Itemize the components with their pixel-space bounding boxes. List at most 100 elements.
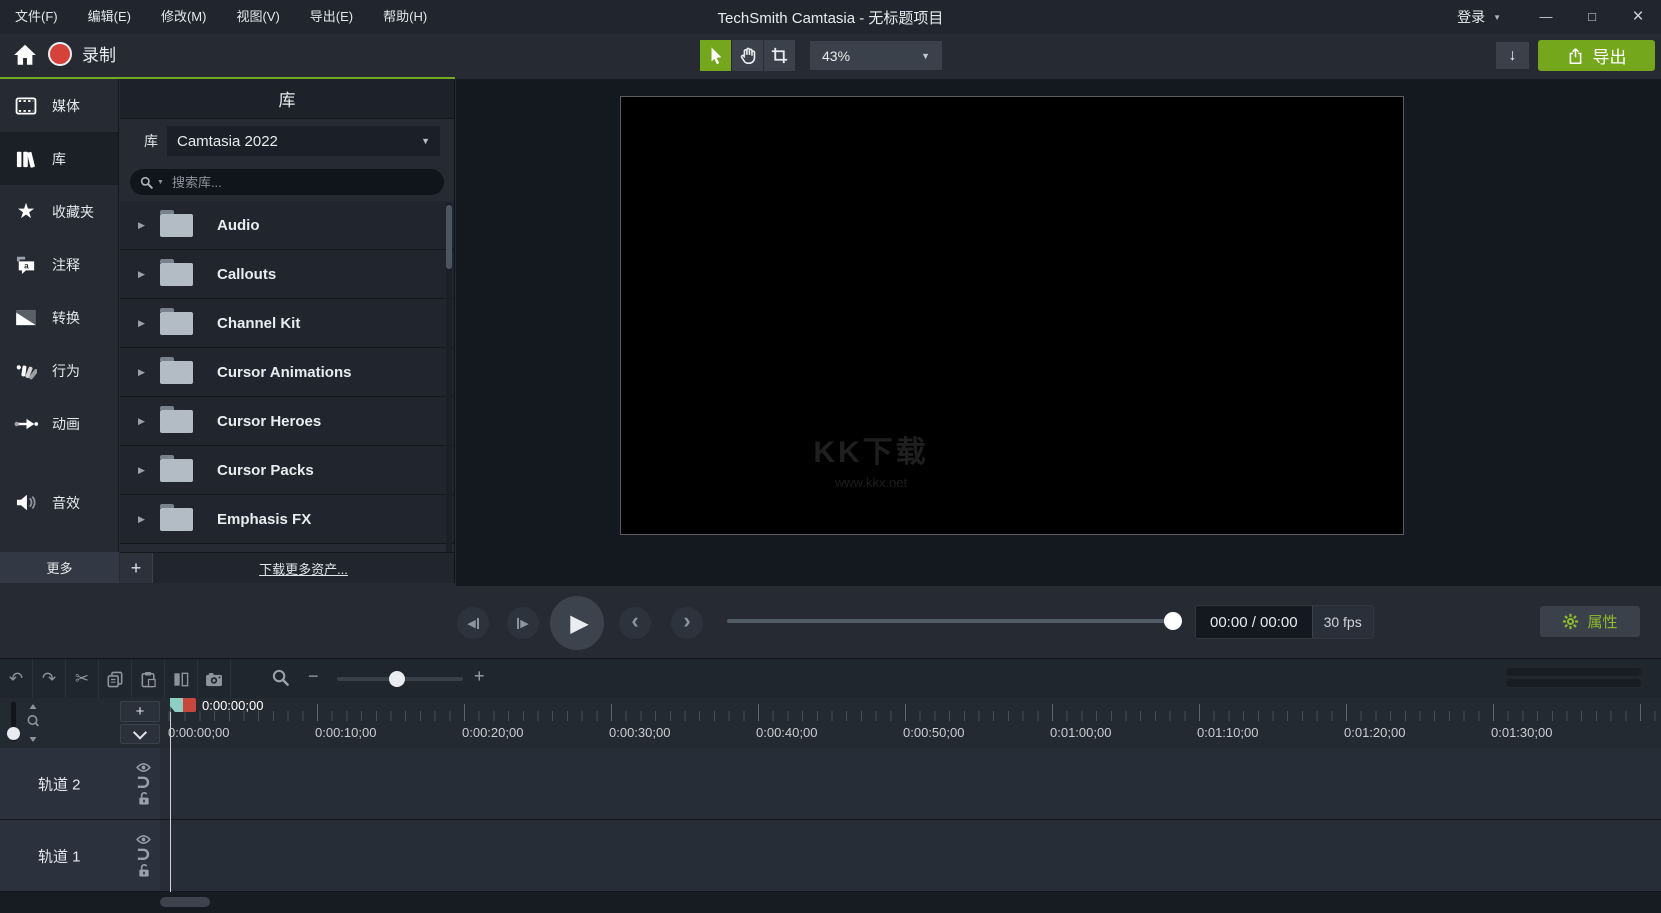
eye-icon[interactable]: [136, 762, 151, 772]
sidebar-item-favorites[interactable]: ★ 收藏夹: [0, 185, 118, 238]
folder-row-cursor-packs[interactable]: ▶ Cursor Packs: [120, 446, 454, 495]
track-header[interactable]: 轨道 1: [0, 820, 160, 891]
expander-icon[interactable]: ▶: [138, 367, 147, 378]
library-panel: 库 库 Camtasia 2022 ▼ ▼ ▶ Audio: [120, 79, 455, 583]
next-frame-button[interactable]: ▶: [507, 607, 539, 639]
folder-row-audio[interactable]: ▶ Audio: [120, 201, 454, 250]
search-input[interactable]: [172, 175, 434, 190]
zoom-slider-thumb[interactable]: [389, 671, 405, 687]
folder-icon: [160, 508, 193, 531]
seek-slider[interactable]: [727, 619, 1173, 623]
speaker-icon: [13, 493, 39, 512]
cut-button[interactable]: ✂: [66, 659, 99, 699]
lock-icon[interactable]: [138, 863, 150, 877]
jump-forward-button[interactable]: ›: [671, 607, 703, 639]
eye-icon[interactable]: [136, 834, 151, 844]
copy-icon: [107, 671, 123, 688]
expander-icon[interactable]: ▶: [138, 220, 147, 231]
undo-button[interactable]: ↶: [0, 659, 33, 699]
library-scrollbar[interactable]: [446, 203, 452, 577]
add-track-button[interactable]: +: [120, 701, 160, 722]
folder-icon: [160, 263, 193, 286]
track-lane[interactable]: [160, 748, 1661, 819]
menu-edit[interactable]: 编辑(E): [73, 0, 146, 34]
expander-icon[interactable]: ▶: [138, 269, 147, 280]
sidebar-item-annotations[interactable]: a 注释: [0, 238, 118, 291]
track-height-slider[interactable]: [11, 702, 16, 741]
sidebar-item-audio-effects[interactable]: 音效: [0, 476, 118, 529]
magnet-icon[interactable]: [137, 775, 150, 788]
magnet-icon[interactable]: [137, 847, 150, 860]
download-more-assets-link[interactable]: 下载更多资产...: [153, 553, 454, 583]
menu-export[interactable]: 导出(E): [295, 0, 368, 34]
crop-tool-button[interactable]: [764, 40, 795, 71]
library-search-box[interactable]: ▼: [130, 169, 444, 195]
expander-icon[interactable]: ▶: [138, 318, 147, 329]
timeline-ruler[interactable]: 0:00:00;00 0:00:10;00 0:00:20;00 0:00:30…: [160, 698, 1661, 748]
timeline-zoom-slider[interactable]: [337, 677, 463, 681]
maximize-button[interactable]: □: [1569, 0, 1615, 34]
expander-icon[interactable]: ▶: [138, 416, 147, 427]
folder-row-cursor-heroes[interactable]: ▶ Cursor Heroes: [120, 397, 454, 446]
sidebar-item-animations[interactable]: 动画: [0, 397, 118, 450]
jump-back-button[interactable]: ‹: [619, 607, 651, 639]
scrollbar-thumb[interactable]: [446, 205, 452, 269]
track-height-knob[interactable]: [7, 727, 20, 740]
track-options-button[interactable]: [120, 724, 160, 744]
home-button[interactable]: [12, 42, 38, 68]
canvas-zoom-dropdown[interactable]: 43% ▼: [810, 41, 942, 70]
zoom-in-button[interactable]: +: [474, 666, 485, 687]
sidebar-item-media[interactable]: 媒体: [0, 79, 118, 132]
select-tool-button[interactable]: [700, 40, 731, 71]
record-button[interactable]: 录制: [48, 41, 116, 66]
hscroll-thumb[interactable]: [160, 897, 210, 907]
folder-row-emphasis-fx[interactable]: ▶ Emphasis FX: [120, 495, 454, 544]
add-library-button[interactable]: +: [120, 553, 153, 583]
undo-icon: ↶: [9, 669, 23, 689]
properties-button[interactable]: 属性: [1540, 606, 1640, 637]
download-button[interactable]: ↓: [1496, 42, 1529, 69]
track-row-2: 轨道 2: [0, 748, 1661, 819]
pan-tool-button[interactable]: [732, 40, 763, 71]
minimize-button[interactable]: —: [1523, 0, 1569, 34]
books-icon: [13, 149, 39, 169]
menu-modify[interactable]: 修改(M): [146, 0, 222, 34]
export-button[interactable]: 导出: [1538, 40, 1655, 71]
sidebar-item-behaviors[interactable]: 行为: [0, 344, 118, 397]
login-button[interactable]: 登录 ▼: [1435, 7, 1523, 27]
seek-slider-thumb[interactable]: [1164, 612, 1182, 630]
track-lane[interactable]: [160, 820, 1661, 891]
lock-icon[interactable]: [138, 791, 150, 805]
chevron-down-icon: ▼: [921, 51, 930, 61]
camera-icon: [205, 672, 223, 687]
track-header[interactable]: 轨道 2: [0, 748, 160, 819]
menu-view[interactable]: 视图(V): [221, 0, 294, 34]
sidebar-more-button[interactable]: 更多: [0, 552, 119, 583]
previous-frame-button[interactable]: ◀: [457, 607, 489, 639]
paste-button[interactable]: [132, 659, 165, 699]
sidebar-item-library[interactable]: 库: [0, 132, 118, 185]
folder-row-callouts[interactable]: ▶ Callouts: [120, 250, 454, 299]
library-folder-list: ▶ Audio ▶ Callouts ▶ Channel Kit ▶ Curso…: [120, 201, 454, 544]
playhead-out-handle[interactable]: [183, 698, 196, 712]
screenshot-button[interactable]: [198, 659, 231, 699]
split-button[interactable]: [165, 659, 198, 699]
video-preview[interactable]: KK下载 www.kkx.net: [620, 96, 1404, 535]
expander-icon[interactable]: ▶: [138, 465, 147, 476]
record-icon: [48, 42, 72, 66]
ruler-major-ticks: [160, 704, 1661, 721]
playhead-line: [170, 712, 171, 892]
redo-button[interactable]: ↷: [33, 659, 66, 699]
chevron-down-icon: ▼: [1493, 13, 1501, 22]
play-button[interactable]: ▶: [550, 596, 604, 650]
zoom-out-button[interactable]: −: [308, 666, 319, 687]
sidebar-item-transitions[interactable]: 转换: [0, 291, 118, 344]
menu-help[interactable]: 帮助(H): [368, 0, 442, 34]
folder-row-channel-kit[interactable]: ▶ Channel Kit: [120, 299, 454, 348]
expander-icon[interactable]: ▶: [138, 514, 147, 525]
folder-row-cursor-animations[interactable]: ▶ Cursor Animations: [120, 348, 454, 397]
menu-file[interactable]: 文件(F): [0, 0, 73, 34]
library-select[interactable]: Camtasia 2022 ▼: [167, 126, 440, 156]
close-button[interactable]: ×: [1615, 0, 1661, 34]
copy-button[interactable]: [99, 659, 132, 699]
